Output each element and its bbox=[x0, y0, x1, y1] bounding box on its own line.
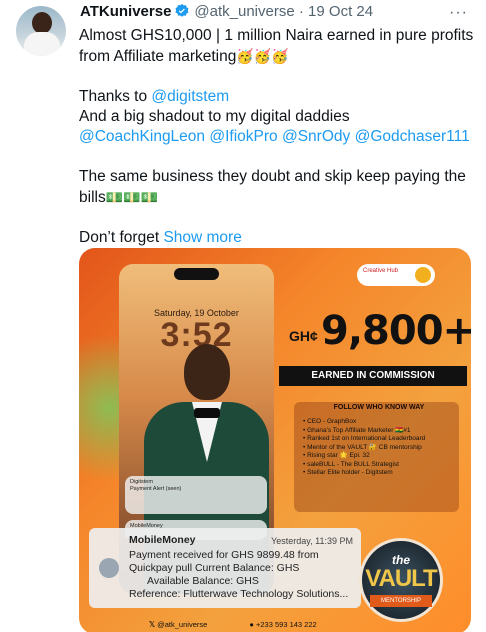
tweet-line-forget: Don’t forget Show more bbox=[79, 228, 474, 248]
tweet-line-mentions: @CoachKingLeon @IfiokPro @SnrOdy @Godcha… bbox=[79, 127, 474, 147]
tweet-line-profits: Almost GHS10,000 | 1 million Naira earne… bbox=[79, 26, 474, 67]
credential-item: Stellar Elite holder - Digitstem bbox=[303, 469, 463, 478]
vault-name: VAULT bbox=[365, 565, 437, 592]
author-handle[interactable]: @atk_universe bbox=[194, 3, 294, 20]
mobile-money-line: Reference: Flutterwave Technology Soluti… bbox=[129, 588, 349, 600]
mention-coachkingleon[interactable]: @CoachKingLeon bbox=[79, 128, 205, 145]
footer-phone: +233 593 143 222 bbox=[256, 620, 317, 629]
avatar-head bbox=[32, 12, 52, 34]
person-head bbox=[184, 344, 230, 400]
avatar-body bbox=[24, 32, 60, 56]
mobile-money-line: Available Balance: GHS bbox=[147, 575, 259, 587]
party-emoji: 🥳🥳🥳 bbox=[236, 48, 289, 64]
amount-currency: GH¢ bbox=[289, 328, 318, 344]
credential-item: Rising star 🌟 Epi. 32 bbox=[303, 452, 463, 461]
mobile-money-title: MobileMoney bbox=[129, 534, 196, 546]
header-separator: · bbox=[298, 3, 304, 20]
tweet-media-image[interactable]: Saturday, 19 October 3:52 Digitstem Paym… bbox=[79, 248, 471, 632]
phone-notch bbox=[174, 268, 219, 280]
earned-commission-banner: EARNED IN COMMISSION bbox=[279, 366, 467, 386]
follow-label: FOLLOW WHO KNOW WAY bbox=[333, 404, 425, 411]
tweet-header: ATKuniverse @atk_universe · 19 Oct 24 bbox=[80, 3, 466, 23]
thanks-prefix: Thanks to bbox=[79, 88, 152, 105]
mention-ifiokpro[interactable]: @IfiokPro bbox=[209, 128, 277, 145]
mention-godchaser111[interactable]: @Godchaser111 bbox=[355, 128, 470, 145]
tweet-line-thanks: Thanks to @digitstem bbox=[79, 87, 474, 107]
more-options-icon[interactable]: ··· bbox=[449, 4, 468, 22]
show-more-link[interactable]: Show more bbox=[163, 229, 241, 246]
mobile-money-line: Payment received for GHS 9899.48 from bbox=[129, 549, 319, 561]
x-logo-icon: 𝕏 bbox=[149, 620, 156, 629]
tweet-body: Almost GHS10,000 | 1 million Naira earne… bbox=[79, 26, 474, 248]
credentials-list: CEO - GraphBox Ghana's Top Affiliate Mar… bbox=[303, 418, 463, 478]
amount-value: 9,800+ bbox=[321, 308, 471, 354]
author-name[interactable]: ATKuniverse bbox=[80, 3, 171, 20]
brand-logo-badge bbox=[415, 267, 431, 283]
tweet-line-shoutout: And a big shadout to my digital daddies bbox=[79, 108, 350, 125]
gmail-notification-sub: Payment Alert (seen) bbox=[130, 486, 182, 492]
brand-logo-text: Creative Hub bbox=[363, 268, 399, 274]
dont-forget-text: Don’t forget bbox=[79, 229, 164, 246]
vault-mentorship-label: MENTORSHIP bbox=[370, 595, 432, 607]
credential-item: CEO - GraphBox bbox=[303, 418, 463, 427]
mention-digitstem[interactable]: @digitstem bbox=[151, 88, 229, 105]
author-avatar[interactable] bbox=[16, 6, 66, 56]
credential-item: Ranked 1st on International Leaderboard bbox=[303, 435, 463, 444]
gmail-notification-title: Digitstem bbox=[130, 479, 153, 485]
user-avatar-icon bbox=[99, 558, 119, 578]
brand-logo: Creative Hub bbox=[357, 264, 435, 286]
mobile-money-notification: MobileMoney Yesterday, 11:39 PM Payment … bbox=[89, 528, 361, 608]
verified-badge-icon bbox=[174, 3, 190, 23]
vault-mentorship-logo: the VAULT MENTORSHIP bbox=[359, 538, 443, 622]
gmail-notification: Digitstem Payment Alert (seen) bbox=[125, 476, 267, 514]
earnings-amount: GH¢ 9,800+ bbox=[289, 304, 471, 370]
credential-item: Ghana's Top Affiliate Marketer 🇬🇭#1 bbox=[303, 427, 463, 436]
credential-item: saleBULL - The BULL Strategist bbox=[303, 461, 463, 470]
tweet-date[interactable]: 19 Oct 24 bbox=[308, 3, 373, 20]
mention-snrody[interactable]: @SnrOdy bbox=[282, 128, 350, 145]
footer-handle: @atk_universe bbox=[157, 620, 208, 629]
credential-item: Mentor of the VAULT 🔐 CB mentorship bbox=[303, 444, 463, 453]
money-emoji: 💵💵💵 bbox=[105, 189, 158, 205]
tweet-line-bills: The same business they doubt and skip ke… bbox=[79, 167, 474, 208]
person-bowtie bbox=[194, 408, 220, 418]
mobile-money-line: Quickpay pull Current Balance: GHS bbox=[129, 562, 300, 574]
whatsapp-icon: ● bbox=[249, 620, 254, 629]
mobile-money-time: Yesterday, 11:39 PM bbox=[271, 536, 353, 546]
media-footer: 𝕏 @atk_universe ● +233 593 143 222 bbox=[149, 620, 419, 632]
